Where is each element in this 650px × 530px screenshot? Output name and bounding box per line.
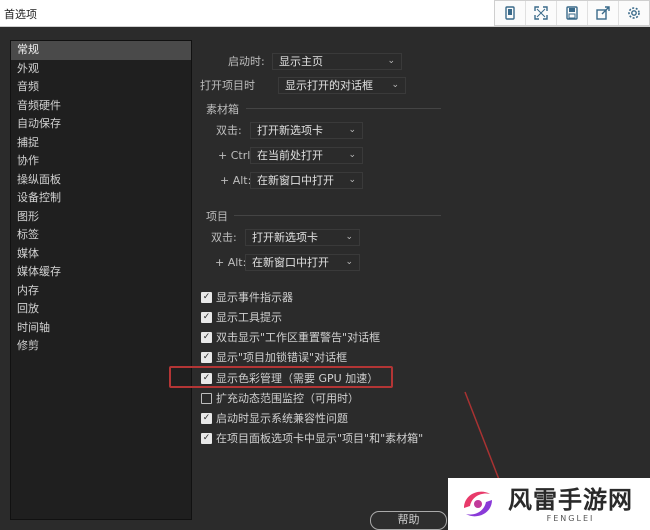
phone-icon[interactable] bbox=[495, 1, 525, 25]
bins-double-click-row: 双击: 打开新选项卡 ⌄ bbox=[216, 121, 363, 139]
checkbox-tooltips[interactable]: ✓ 显示工具提示 bbox=[201, 309, 282, 325]
checkbox-checked-icon[interactable]: ✓ bbox=[201, 412, 212, 424]
sidebar-item-device-control[interactable]: 设备控制 bbox=[11, 189, 191, 208]
window-title: 首选项 bbox=[4, 8, 37, 21]
sidebar-item-graphics[interactable]: 图形 bbox=[11, 208, 191, 227]
checkbox-project-bin-tabs[interactable]: ✓ 在项目面板选项卡中显示"项目"和"素材箱" bbox=[201, 430, 423, 446]
checkbox-compatibility-issues[interactable]: ✓ 启动时显示系统兼容性问题 bbox=[201, 410, 348, 426]
watermark-text: 风雷手游网 bbox=[508, 485, 633, 514]
project-double-click-row: 双击: 打开新选项卡 ⌄ bbox=[211, 228, 360, 246]
project-double-click-dropdown[interactable]: 打开新选项卡 ⌄ bbox=[245, 228, 360, 246]
bins-alt-value: 在新窗口中打开 bbox=[257, 174, 334, 187]
sidebar-item-capture[interactable]: 捕捉 bbox=[11, 134, 191, 153]
startup-row: 启动时: 显示主页 ⌄ bbox=[228, 52, 402, 70]
startup-label: 启动时: bbox=[228, 55, 265, 68]
help-button[interactable]: 帮助 bbox=[370, 511, 447, 530]
sidebar-item-audio[interactable]: 音频 bbox=[11, 78, 191, 97]
expand-icon[interactable] bbox=[525, 1, 556, 25]
bins-ctrl-row: + Ctrl: 在当前处打开 ⌄ bbox=[218, 146, 363, 164]
chevron-down-icon: ⌄ bbox=[391, 80, 399, 90]
chevron-down-icon: ⌄ bbox=[348, 125, 356, 135]
chevron-down-icon: ⌄ bbox=[348, 150, 356, 160]
checkbox-event-indicators[interactable]: ✓ 显示事件指示器 bbox=[201, 289, 293, 305]
preferences-sidebar: 常规 外观 音频 音频硬件 自动保存 捕捉 协作 操纵面板 设备控制 图形 标签… bbox=[10, 40, 192, 520]
sidebar-item-appearance[interactable]: 外观 bbox=[11, 60, 191, 79]
bins-group-title: 素材箱 bbox=[206, 103, 239, 116]
sidebar-item-collaboration[interactable]: 协作 bbox=[11, 152, 191, 171]
open-project-label: 打开项目时 bbox=[200, 79, 255, 92]
checkbox-label: 在项目面板选项卡中显示"项目"和"素材箱" bbox=[216, 432, 424, 445]
sidebar-item-timeline[interactable]: 时间轴 bbox=[11, 319, 191, 338]
bins-double-click-label: 双击: bbox=[216, 124, 242, 137]
sidebar-item-autosave[interactable]: 自动保存 bbox=[11, 115, 191, 134]
sidebar-item-labels[interactable]: 标签 bbox=[11, 226, 191, 245]
checkbox-extended-dynamic-range[interactable]: 扩充动态范围监控（可用时） bbox=[201, 390, 359, 406]
open-project-value: 显示打开的对话框 bbox=[285, 79, 373, 92]
project-group-title: 项目 bbox=[206, 210, 228, 223]
project-alt-value: 在新窗口中打开 bbox=[252, 256, 329, 269]
checkbox-checked-icon[interactable]: ✓ bbox=[201, 311, 212, 323]
bins-divider bbox=[246, 108, 441, 109]
chevron-down-icon: ⌄ bbox=[387, 56, 395, 66]
project-double-click-value: 打开新选项卡 bbox=[252, 231, 318, 244]
checkbox-label: 显示"项目加锁错误"对话框 bbox=[216, 351, 348, 364]
checkbox-checked-icon[interactable]: ✓ bbox=[201, 432, 212, 444]
sidebar-item-general[interactable]: 常规 bbox=[11, 41, 191, 60]
bins-ctrl-value: 在当前处打开 bbox=[257, 149, 323, 162]
watermark: 风雷手游网 FENGLEI bbox=[448, 478, 650, 530]
checkbox-checked-icon[interactable]: ✓ bbox=[201, 331, 212, 343]
save-icon[interactable] bbox=[556, 1, 587, 25]
sidebar-item-control-surface[interactable]: 操纵面板 bbox=[11, 171, 191, 190]
checkbox-label: 双击显示"工作区重置警告"对话框 bbox=[216, 331, 381, 344]
sidebar-item-media-cache[interactable]: 媒体缓存 bbox=[11, 263, 191, 282]
sidebar-item-trim[interactable]: 修剪 bbox=[11, 337, 191, 356]
project-alt-dropdown[interactable]: 在新窗口中打开 ⌄ bbox=[245, 253, 360, 271]
chevron-down-icon: ⌄ bbox=[345, 257, 353, 267]
open-project-row: 打开项目时 显示打开的对话框 ⌄ bbox=[200, 76, 406, 94]
checkbox-label: 显示工具提示 bbox=[216, 311, 282, 324]
bins-alt-row: + Alt: 在新窗口中打开 ⌄ bbox=[220, 171, 363, 189]
chevron-down-icon: ⌄ bbox=[345, 232, 353, 242]
sidebar-item-media[interactable]: 媒体 bbox=[11, 245, 191, 264]
bins-double-click-dropdown[interactable]: 打开新选项卡 ⌄ bbox=[250, 121, 363, 139]
chevron-down-icon: ⌄ bbox=[348, 175, 356, 185]
checkbox-checked-icon[interactable]: ✓ bbox=[201, 291, 212, 303]
share-icon[interactable] bbox=[587, 1, 618, 25]
watermark-subtext: FENGLEI bbox=[546, 513, 595, 523]
gear-icon[interactable] bbox=[618, 1, 649, 25]
title-bar: 首选项 bbox=[0, 0, 650, 27]
checkbox-checked-icon[interactable]: ✓ bbox=[201, 351, 212, 363]
bins-alt-label: + Alt: bbox=[220, 173, 252, 187]
bins-ctrl-label: + Ctrl: bbox=[218, 148, 254, 162]
sidebar-item-playback[interactable]: 回放 bbox=[11, 300, 191, 319]
toolbar bbox=[494, 0, 650, 26]
bins-alt-dropdown[interactable]: 在新窗口中打开 ⌄ bbox=[250, 171, 363, 189]
open-project-dropdown[interactable]: 显示打开的对话框 ⌄ bbox=[278, 76, 406, 94]
sidebar-item-audio-hardware[interactable]: 音频硬件 bbox=[11, 97, 191, 116]
project-double-click-label: 双击: bbox=[211, 231, 237, 244]
checkbox-project-lock-error[interactable]: ✓ 显示"项目加锁错误"对话框 bbox=[201, 349, 347, 365]
checkbox-label: 扩充动态范围监控（可用时） bbox=[216, 392, 359, 405]
bins-double-click-value: 打开新选项卡 bbox=[257, 124, 323, 137]
startup-value: 显示主页 bbox=[279, 55, 323, 68]
project-alt-label: + Alt: bbox=[215, 255, 247, 269]
bins-ctrl-dropdown[interactable]: 在当前处打开 ⌄ bbox=[250, 146, 363, 164]
project-divider bbox=[234, 215, 441, 216]
startup-dropdown[interactable]: 显示主页 ⌄ bbox=[272, 52, 402, 70]
highlight-box bbox=[169, 366, 393, 388]
project-alt-row: + Alt: 在新窗口中打开 ⌄ bbox=[215, 253, 360, 271]
checkbox-workspace-reset-warning[interactable]: ✓ 双击显示"工作区重置警告"对话框 bbox=[201, 329, 380, 345]
checkbox-label: 显示事件指示器 bbox=[216, 291, 293, 304]
checkbox-unchecked-icon[interactable] bbox=[201, 392, 212, 404]
sidebar-item-memory[interactable]: 内存 bbox=[11, 282, 191, 301]
fenglei-logo-icon bbox=[464, 491, 492, 517]
checkbox-label: 启动时显示系统兼容性问题 bbox=[216, 412, 348, 425]
